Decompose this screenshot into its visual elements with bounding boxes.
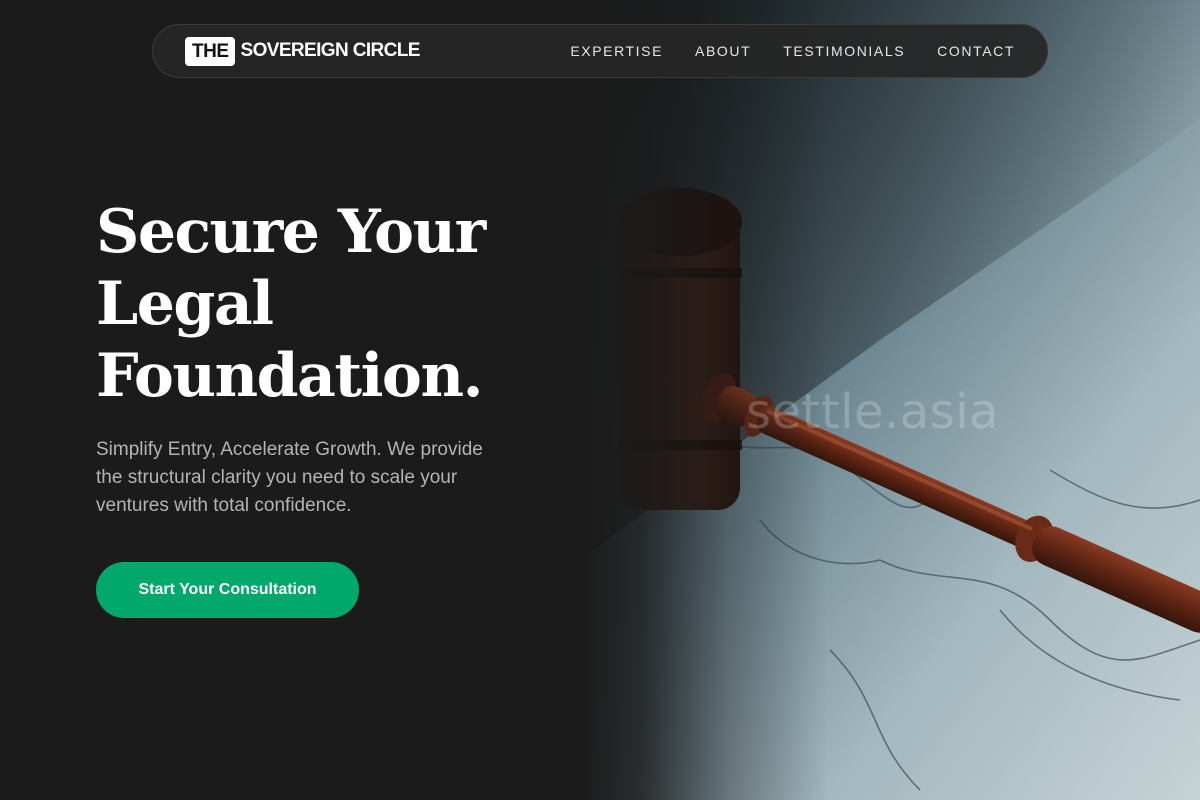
logo[interactable]: THE SOVEREIGN CIRCLE <box>185 36 421 66</box>
nav-links: EXPERTISE ABOUT TESTIMONIALS CONTACT <box>570 43 1015 59</box>
logo-text: SOVEREIGN CIRCLE <box>240 40 421 61</box>
logo-badge: THE <box>185 36 235 66</box>
hero-title-line: Foundation. <box>96 341 483 411</box>
hero-title: Secure Your Legal Foundation. <box>96 196 566 412</box>
hero-subtitle: Simplify Entry, Accelerate Growth. We pr… <box>96 439 483 516</box>
nav-link-testimonials[interactable]: TESTIMONIALS <box>783 43 905 59</box>
start-consultation-button[interactable]: Start Your Consultation <box>96 562 359 618</box>
hero-section: Secure Your Legal Foundation. Simplify E… <box>96 196 566 618</box>
navbar: THE SOVEREIGN CIRCLE EXPERTISE ABOUT TES… <box>152 24 1048 78</box>
watermark-text: settle.asia <box>746 384 999 440</box>
hero-title-line: Legal <box>96 269 274 339</box>
hero-gavel-image: settle.asia <box>580 0 1200 800</box>
nav-link-contact[interactable]: CONTACT <box>937 43 1015 59</box>
hero-title-line: Secure Your <box>96 197 486 267</box>
nav-link-about[interactable]: ABOUT <box>695 43 751 59</box>
nav-link-expertise[interactable]: EXPERTISE <box>570 43 663 59</box>
